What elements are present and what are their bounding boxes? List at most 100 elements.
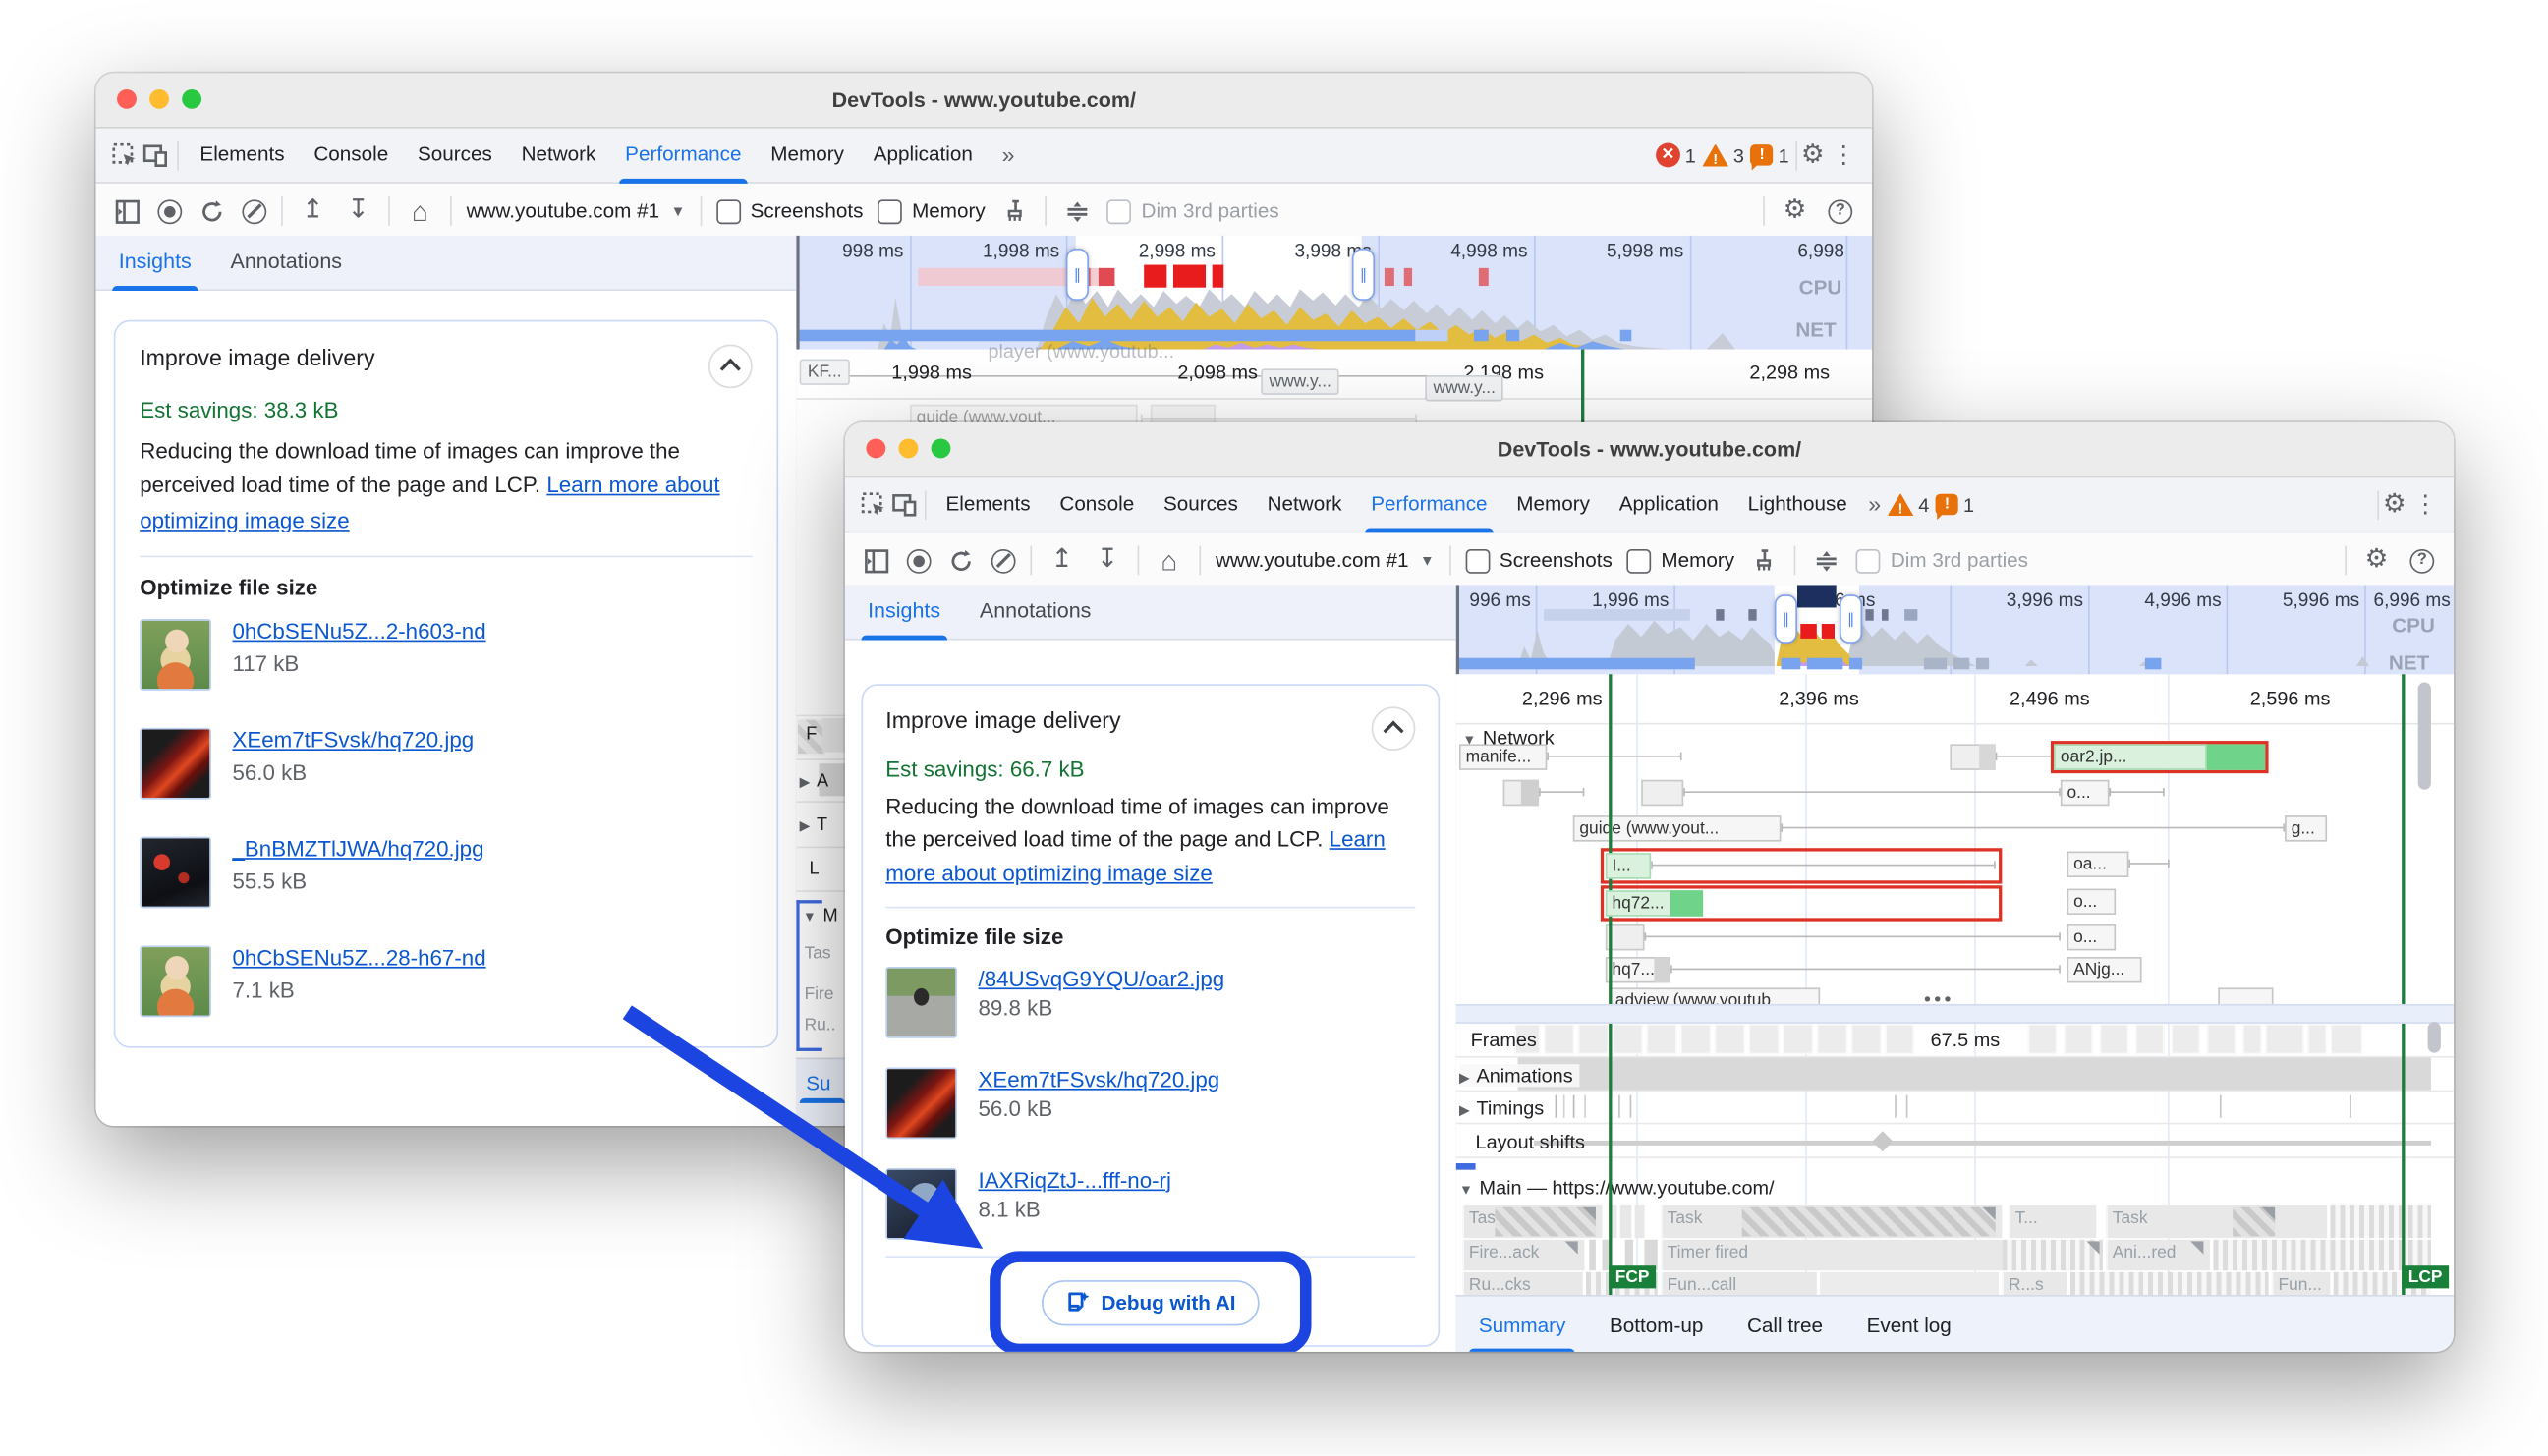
record-icon[interactable]: [157, 199, 182, 224]
tab-network[interactable]: Network: [1253, 477, 1357, 532]
tab-lighthouse[interactable]: Lighthouse: [1733, 477, 1862, 532]
debug-with-ai-button[interactable]: Debug with AI: [1041, 1280, 1260, 1325]
tab-bottom-up[interactable]: Bottom-up: [1610, 1297, 1703, 1352]
selection-handle-left[interactable]: ∥: [1066, 249, 1089, 301]
tab-insights[interactable]: Insights: [119, 236, 192, 290]
lcp-badge[interactable]: LCP: [2402, 1265, 2449, 1288]
screenshots-toggle[interactable]: Screenshots: [716, 199, 864, 224]
file-link[interactable]: XEem7tFSvsk/hq720.jpg: [979, 1067, 1220, 1092]
tab-sources[interactable]: Sources: [403, 129, 507, 183]
toggle-sidebar-icon[interactable]: [112, 196, 142, 226]
close-button[interactable]: [117, 89, 137, 109]
file-link[interactable]: 0hCbSENu5Z...28-h67-nd: [232, 945, 485, 970]
settings-gear-icon[interactable]: ⚙: [1797, 140, 1828, 170]
network-request[interactable]: I...: [1606, 853, 1651, 878]
task-bar[interactable]: Ru...cks: [1462, 1272, 1582, 1295]
animations-track-label[interactable]: ▶Animations: [1459, 1064, 1579, 1087]
more-tabs-icon[interactable]: »: [988, 129, 1030, 183]
main-track-label[interactable]: ▼Main — https://www.youtube.com/: [1459, 1176, 1775, 1199]
tab-elements[interactable]: Elements: [932, 477, 1046, 532]
selection-handle-left[interactable]: ∥: [1775, 594, 1797, 644]
tab-elements[interactable]: Elements: [186, 129, 300, 183]
help-icon[interactable]: ?: [1825, 196, 1855, 226]
tab-application[interactable]: Application: [1605, 477, 1733, 532]
selection-handle-right[interactable]: ∥: [1352, 249, 1375, 301]
tab-console[interactable]: Console: [299, 129, 403, 183]
issues-badge-icon[interactable]: !: [1751, 144, 1774, 165]
network-request[interactable]: guide (www.yout...: [1573, 815, 1782, 841]
network-request[interactable]: adview (www.youtub: [1609, 987, 1820, 1005]
minimize-button[interactable]: [898, 438, 918, 458]
timeline-overview[interactable]: 998 ms 1,998 ms 2,998 ms 3,998 ms 4,998 …: [796, 236, 1872, 351]
frames-track-label[interactable]: Frames: [1471, 1029, 1537, 1051]
upload-profile-icon[interactable]: ↥: [298, 196, 328, 226]
inspect-icon[interactable]: [109, 140, 140, 170]
panel-settings-gear-icon[interactable]: ⚙: [1780, 196, 1810, 226]
clear-icon[interactable]: [991, 548, 1016, 573]
window2-titlebar[interactable]: DevTools - www.youtube.com/: [845, 422, 2454, 477]
network-request[interactable]: [2218, 987, 2273, 1005]
tab-insights[interactable]: Insights: [868, 585, 940, 639]
minimize-button[interactable]: [149, 89, 169, 109]
upload-profile-icon[interactable]: ↥: [1047, 545, 1077, 576]
warning-badge-icon[interactable]: !: [1888, 493, 1913, 516]
task-bar[interactable]: Timer fired: [1661, 1240, 2002, 1270]
task-bar[interactable]: R...s: [2002, 1272, 2067, 1295]
network-request[interactable]: g...: [2285, 815, 2327, 841]
target-selector[interactable]: www.youtube.com #1 ▼: [467, 199, 686, 222]
scrollbar-thumb[interactable]: [2428, 1022, 2441, 1052]
timings-track-label[interactable]: ▶Timings: [1459, 1096, 1544, 1119]
tab-performance[interactable]: Performance: [1356, 477, 1501, 532]
network-request[interactable]: o...: [2067, 924, 2116, 950]
network-request-oar2[interactable]: oar2.jp...: [2054, 744, 2206, 769]
tab-annotations[interactable]: Annotations: [231, 236, 343, 290]
home-icon[interactable]: ⌂: [1154, 545, 1184, 576]
file-link[interactable]: 0hCbSENu5Z...2-h603-nd: [232, 619, 485, 644]
network-request[interactable]: oa...: [2067, 852, 2128, 877]
tab-memory[interactable]: Memory: [1501, 477, 1604, 532]
close-button[interactable]: [866, 438, 885, 458]
toggle-sidebar-icon[interactable]: [861, 545, 891, 576]
insight-card[interactable]: Improve image delivery Est savings: 38.3…: [114, 320, 778, 1048]
clear-icon[interactable]: [242, 199, 266, 224]
tab-performance[interactable]: Performance: [610, 129, 756, 183]
target-selector[interactable]: www.youtube.com #1 ▼: [1216, 549, 1435, 572]
memory-checkbox[interactable]: [1627, 548, 1652, 573]
tab-summary[interactable]: Summary: [1479, 1297, 1565, 1352]
screenshots-toggle[interactable]: Screenshots: [1465, 548, 1613, 573]
tab-network[interactable]: Network: [507, 129, 611, 183]
device-toolbar-icon[interactable]: [889, 489, 920, 520]
timeline-overview[interactable]: 996 ms 1,996 ms 2,996 ms 3,996 ms 4,996 …: [1456, 585, 2454, 676]
tab-memory[interactable]: Memory: [756, 129, 858, 183]
tab-annotations[interactable]: Annotations: [980, 585, 1092, 639]
network-scrollbar-thumb[interactable]: [2418, 683, 2431, 790]
collapse-insight-button[interactable]: [708, 345, 753, 389]
tab-event-log[interactable]: Event log: [1867, 1297, 1952, 1352]
memory-toggle[interactable]: Memory: [1627, 548, 1734, 573]
collapse-tracks-icon[interactable]: [1811, 545, 1841, 576]
request-badge[interactable]: www.y...: [1261, 368, 1339, 394]
home-icon[interactable]: ⌂: [405, 196, 435, 226]
layout-shifts-track-label[interactable]: Layout shifts: [1476, 1131, 1585, 1153]
kebab-menu-icon[interactable]: ⋮: [1828, 140, 1858, 170]
window1-titlebar[interactable]: DevTools - www.youtube.com/: [96, 73, 1872, 128]
file-link[interactable]: _BnBMZTlJWA/hq720.jpg: [232, 837, 483, 862]
sliver-summary-tab[interactable]: Su: [806, 1072, 830, 1094]
task-bar[interactable]: T...: [2009, 1205, 2096, 1238]
network-request[interactable]: o...: [2067, 889, 2116, 915]
help-icon[interactable]: ?: [2406, 545, 2437, 576]
task-bar[interactable]: Fun...: [2272, 1272, 2331, 1295]
issues-badge-icon[interactable]: !: [1936, 494, 1958, 515]
memory-checkbox[interactable]: [878, 199, 902, 224]
file-link[interactable]: /84USvqG9YQU/oar2.jpg: [979, 967, 1225, 991]
download-profile-icon[interactable]: ↧: [343, 196, 373, 226]
task-bar[interactable]: Fun...call: [1661, 1272, 1817, 1295]
screenshots-checkbox[interactable]: [716, 199, 741, 224]
network-request[interactable]: ANjg...: [2067, 957, 2141, 982]
more-tabs-icon[interactable]: »: [1862, 477, 1888, 532]
record-icon[interactable]: [907, 548, 932, 573]
warning-badge-icon[interactable]: !: [1702, 143, 1727, 166]
reload-record-icon[interactable]: [945, 545, 976, 576]
device-toolbar-icon[interactable]: [140, 140, 170, 170]
horizontal-scrollbar[interactable]: [1456, 1004, 2454, 1024]
